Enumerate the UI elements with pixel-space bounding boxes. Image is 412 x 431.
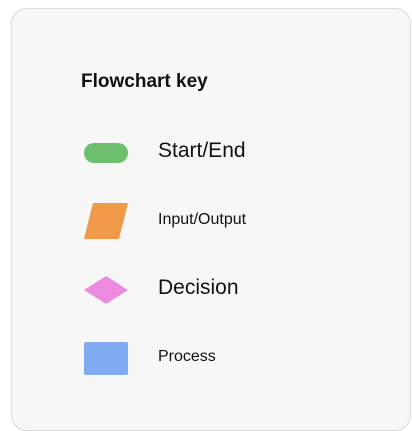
terminal-pill-icon — [84, 143, 128, 163]
diamond-icon — [84, 276, 128, 304]
parallelogram-shape — [84, 203, 128, 239]
key-item-input-output: Input/Output — [0, 201, 412, 241]
key-item-process: Process — [0, 339, 412, 379]
diamond-shape — [84, 276, 128, 304]
key-item-label-process: Process — [158, 348, 216, 365]
key-item-start-end: Start/End — [0, 132, 412, 172]
key-title: Flowchart key — [81, 71, 208, 92]
key-item-decision: Decision — [0, 270, 412, 310]
key-item-label-start-end: Start/End — [158, 139, 246, 162]
key-item-label-input-output: Input/Output — [158, 211, 247, 228]
rectangle-icon — [84, 342, 128, 375]
terminal-pill-shape — [84, 143, 128, 163]
rectangle-shape — [84, 342, 128, 375]
key-item-label-decision: Decision — [158, 276, 239, 299]
parallelogram-icon — [84, 203, 128, 239]
